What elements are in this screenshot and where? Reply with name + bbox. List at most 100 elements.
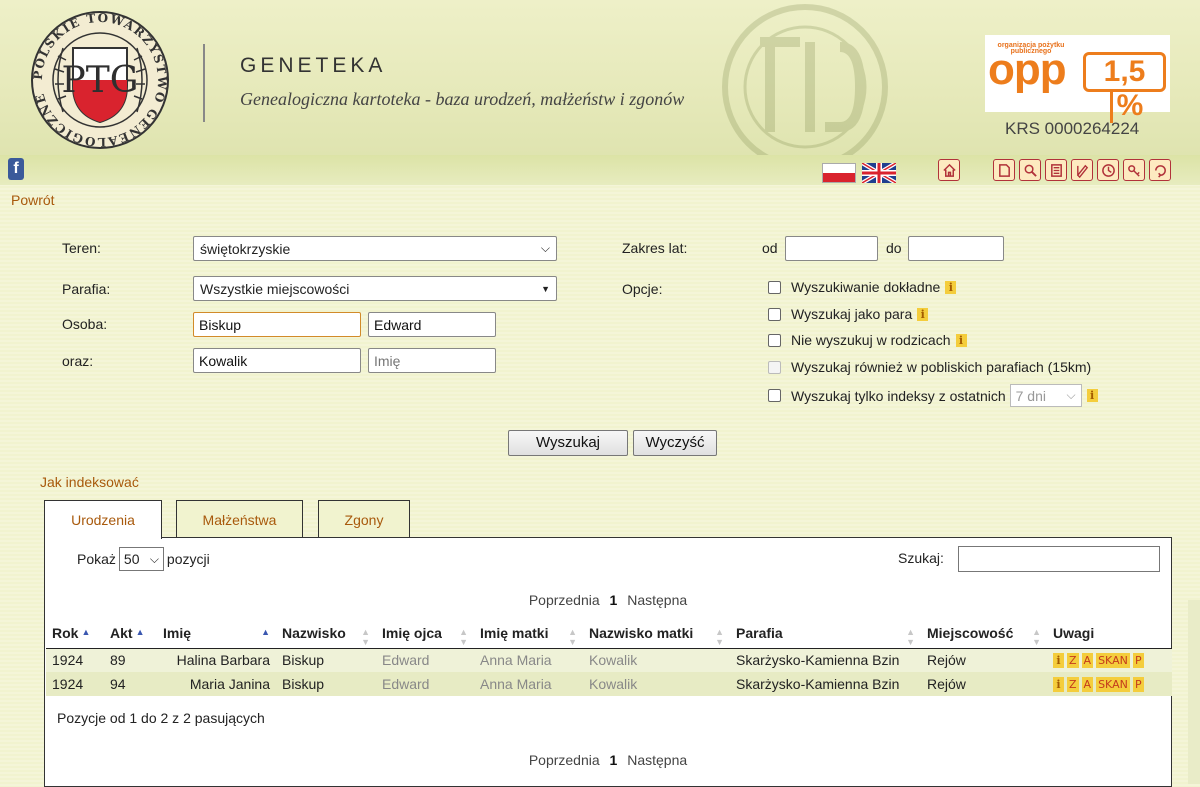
recent-only-checkbox[interactable] bbox=[768, 389, 781, 402]
zakres-lat-label: Zakres lat: bbox=[622, 240, 688, 256]
search-icon[interactable] bbox=[1019, 159, 1041, 181]
chevron-down-icon: ⌵ bbox=[540, 241, 550, 255]
facebook-icon[interactable]: f bbox=[8, 158, 24, 180]
search-button[interactable]: Wyszukaj bbox=[508, 430, 628, 456]
col-akt[interactable]: Akt ▲ bbox=[104, 618, 157, 649]
col-rok[interactable]: Rok ▲ bbox=[46, 618, 104, 649]
oraz-label: oraz: bbox=[62, 353, 94, 369]
home-icon[interactable] bbox=[938, 159, 960, 181]
note-a-badge[interactable]: A bbox=[1081, 652, 1094, 668]
sort-both-icon: ▲ ▼ bbox=[1032, 627, 1041, 647]
back-link[interactable]: Powrót bbox=[11, 192, 55, 208]
scan-badge[interactable]: SKAN bbox=[1096, 676, 1130, 692]
info-icon[interactable]: i bbox=[955, 333, 967, 347]
pager-current[interactable]: 1 bbox=[610, 592, 618, 608]
pager-prev[interactable]: Poprzednia bbox=[529, 752, 600, 768]
book-icon[interactable] bbox=[993, 159, 1015, 181]
pager-prev[interactable]: Poprzednia bbox=[529, 592, 600, 608]
col-imie[interactable]: Imię ▲ bbox=[157, 618, 276, 649]
pager-next[interactable]: Następna bbox=[627, 752, 687, 768]
oraz-name-input[interactable] bbox=[368, 348, 496, 373]
od-label: od bbox=[762, 240, 778, 256]
clock-icon[interactable] bbox=[1097, 159, 1119, 181]
info-icon[interactable]: i bbox=[1086, 389, 1098, 402]
col-imie-matki[interactable]: Imię matki ▲ ▼ bbox=[474, 618, 583, 649]
opp-badge[interactable]: organizacja pożytku publicznego opp 1,5% bbox=[985, 35, 1170, 123]
cell-parafia: Skarżysko-Kamienna Bzin bbox=[730, 672, 921, 696]
col-parafia[interactable]: Parafia ▲ ▼ bbox=[730, 618, 921, 649]
tab-urodzenia[interactable]: Urodzenia bbox=[44, 500, 162, 539]
exact-search-checkbox[interactable] bbox=[768, 280, 781, 294]
info-icon[interactable]: i bbox=[1053, 652, 1064, 668]
year-to-input[interactable] bbox=[908, 236, 1004, 261]
site-subtitle: Genealogiczna kartoteka - baza urodzeń, … bbox=[240, 89, 685, 109]
note-p-badge[interactable]: P bbox=[1132, 676, 1144, 692]
option-nearby-parishes[interactable]: Wyszukaj również w pobliskich parafiach … bbox=[768, 359, 1091, 375]
info-icon[interactable]: i bbox=[1053, 676, 1064, 692]
page-scrollbar[interactable] bbox=[1188, 600, 1200, 784]
pager-current[interactable]: 1 bbox=[610, 752, 618, 768]
option-recent-only[interactable]: Wyszukaj tylko indeksy z ostatnich 7 dni… bbox=[768, 384, 1098, 407]
recent-only-label: Wyszukaj tylko indeksy z ostatnich bbox=[791, 387, 1006, 404]
cell-uwagi: i Z A SKAN P bbox=[1047, 648, 1172, 672]
watermark-seal-icon bbox=[722, 4, 888, 155]
teren-select-value: świętokrzyskie bbox=[200, 240, 291, 257]
note-p-badge[interactable]: P bbox=[1132, 652, 1144, 668]
info-icon[interactable]: i bbox=[917, 307, 929, 321]
info-icon[interactable]: i bbox=[945, 280, 957, 294]
teren-select[interactable]: świętokrzyskie ⌵ bbox=[193, 236, 557, 261]
tab-malzenstwa[interactable]: Małżeństwa bbox=[176, 500, 303, 538]
col-uwagi-label: Uwagi bbox=[1053, 624, 1095, 641]
nearby-parishes-label: Wyszukaj również w pobliskich parafiach … bbox=[791, 359, 1092, 375]
scan-badge[interactable]: SKAN bbox=[1096, 652, 1130, 668]
notepad-icon[interactable] bbox=[1071, 159, 1093, 181]
option-skip-parents[interactable]: Nie wyszukuj w rodzicach i bbox=[768, 332, 967, 348]
parafia-select[interactable]: Wszystkie miejscowości ▼ bbox=[193, 276, 557, 301]
tab-zgony[interactable]: Zgony bbox=[318, 500, 410, 538]
chevron-down-icon: ⌵ bbox=[149, 551, 159, 566]
key-icon[interactable] bbox=[1123, 159, 1145, 181]
cell-imie-ojca: Edward bbox=[376, 648, 474, 672]
oraz-surname-input[interactable] bbox=[193, 348, 361, 373]
cell-rok: 1924 bbox=[46, 672, 104, 696]
col-nazwisko-matki[interactable]: Nazwisko matki ▲ ▼ bbox=[583, 618, 730, 649]
option-search-as-pair[interactable]: Wyszukaj jako para i bbox=[768, 306, 929, 322]
table-search-label: Szukaj: bbox=[898, 550, 944, 566]
sort-asc-icon: ▲ bbox=[135, 626, 145, 637]
polish-flag-icon[interactable] bbox=[822, 163, 856, 183]
exact-search-label: Wyszukiwanie dokładne bbox=[791, 279, 941, 295]
col-imie-ojca[interactable]: Imię ojca ▲ ▼ bbox=[376, 618, 474, 649]
cell-nazwisko: Biskup bbox=[276, 648, 376, 672]
year-from-input[interactable] bbox=[785, 236, 878, 261]
sort-both-icon: ▲ ▼ bbox=[906, 627, 915, 647]
col-miejscowosc[interactable]: Miejscowość ▲ ▼ bbox=[921, 618, 1047, 649]
osoba-name-input[interactable] bbox=[368, 312, 496, 337]
nearby-parishes-checkbox[interactable] bbox=[768, 360, 781, 374]
sort-both-icon: ▲ ▼ bbox=[568, 627, 577, 647]
caret-down-icon: ▼ bbox=[541, 283, 550, 294]
note-a-badge[interactable]: A bbox=[1081, 676, 1094, 692]
skip-parents-checkbox[interactable] bbox=[768, 333, 781, 347]
clear-button[interactable]: Wyczyść bbox=[633, 430, 717, 456]
note-z-badge[interactable]: Z bbox=[1067, 652, 1079, 668]
how-to-index-link[interactable]: Jak indeksować bbox=[40, 474, 139, 490]
table-search-input[interactable] bbox=[958, 546, 1160, 572]
english-flag-icon[interactable] bbox=[862, 163, 896, 183]
col-nazwisko[interactable]: Nazwisko ▲ ▼ bbox=[276, 618, 376, 649]
option-exact-search[interactable]: Wyszukiwanie dokładne i bbox=[768, 279, 957, 295]
pager-next[interactable]: Następna bbox=[627, 592, 687, 608]
notes-badges: i Z A SKAN P bbox=[1053, 652, 1172, 668]
note-z-badge[interactable]: Z bbox=[1067, 676, 1079, 692]
days-select[interactable]: 7 dni ⌵ bbox=[1009, 384, 1082, 407]
list-icon[interactable] bbox=[1045, 159, 1067, 181]
search-as-pair-checkbox[interactable] bbox=[768, 307, 781, 321]
col-miejscowosc-label: Miejscowość bbox=[927, 624, 1014, 641]
osoba-surname-input[interactable] bbox=[193, 312, 361, 337]
refresh-icon[interactable] bbox=[1149, 159, 1171, 181]
sort-both-icon: ▲ ▼ bbox=[715, 627, 724, 647]
page-length-value: 50 bbox=[123, 551, 140, 567]
page-length-select[interactable]: 50 ⌵ bbox=[118, 547, 164, 571]
page-length-control: Pokaż 50 ⌵ pozycji bbox=[77, 547, 210, 571]
col-uwagi: Uwagi bbox=[1047, 618, 1172, 649]
cell-rok: 1924 bbox=[46, 648, 104, 672]
